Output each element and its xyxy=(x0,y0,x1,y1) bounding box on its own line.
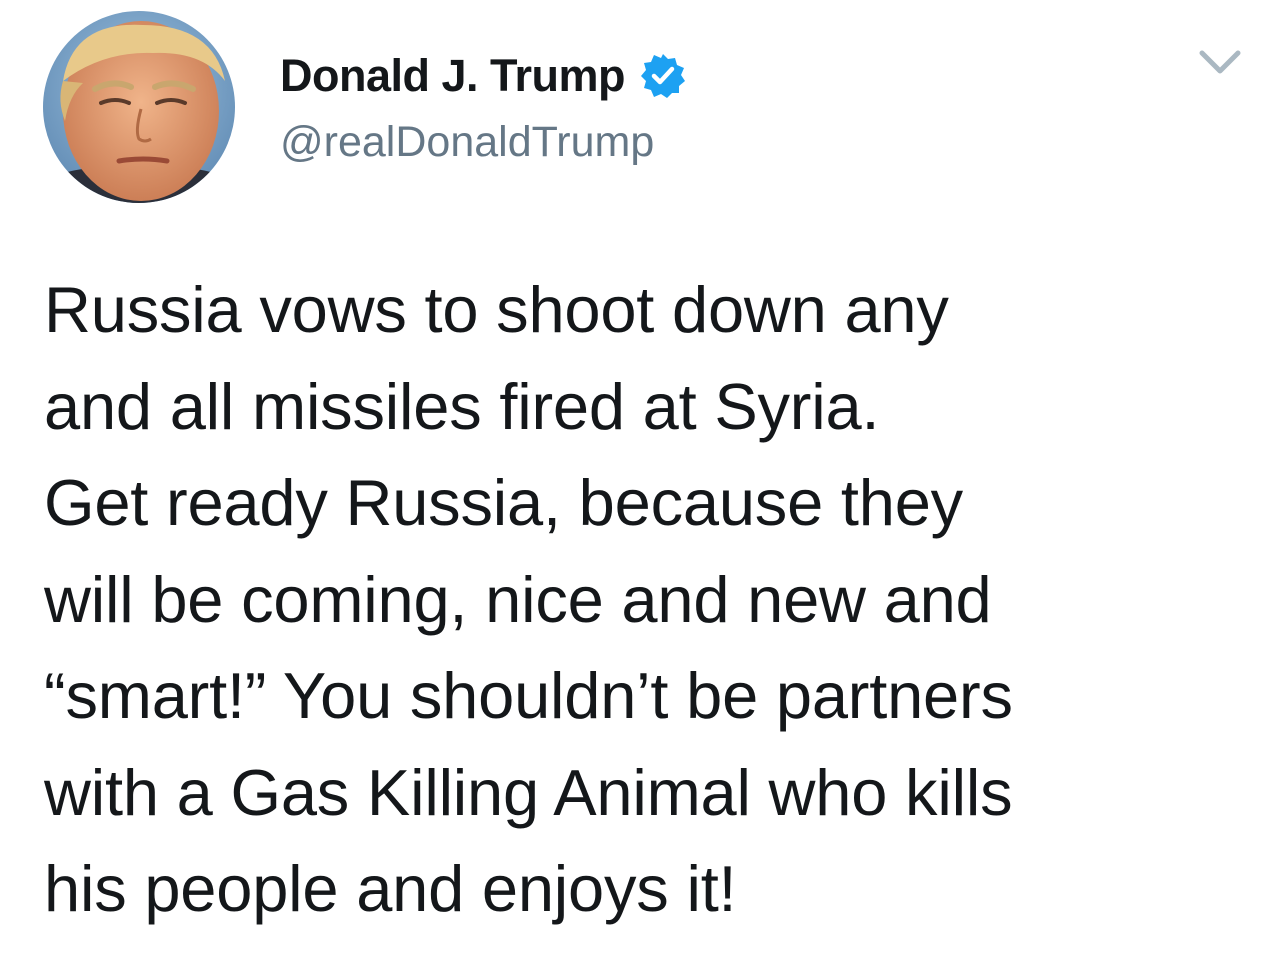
author-handle[interactable]: @realDonaldTrump xyxy=(280,118,654,167)
chevron-down-icon[interactable] xyxy=(1196,45,1244,81)
tweet-text: Russia vows to shoot down any and all mi… xyxy=(44,273,1013,925)
verified-badge-icon xyxy=(639,52,687,100)
avatar-image xyxy=(43,11,235,203)
author-avatar[interactable] xyxy=(43,11,235,203)
author-name-row: Donald J. Trump xyxy=(280,44,687,108)
tweet-card: Donald J. Trump @realDonaldTrump Russia … xyxy=(0,0,1280,973)
author-display-name[interactable]: Donald J. Trump xyxy=(280,50,626,102)
